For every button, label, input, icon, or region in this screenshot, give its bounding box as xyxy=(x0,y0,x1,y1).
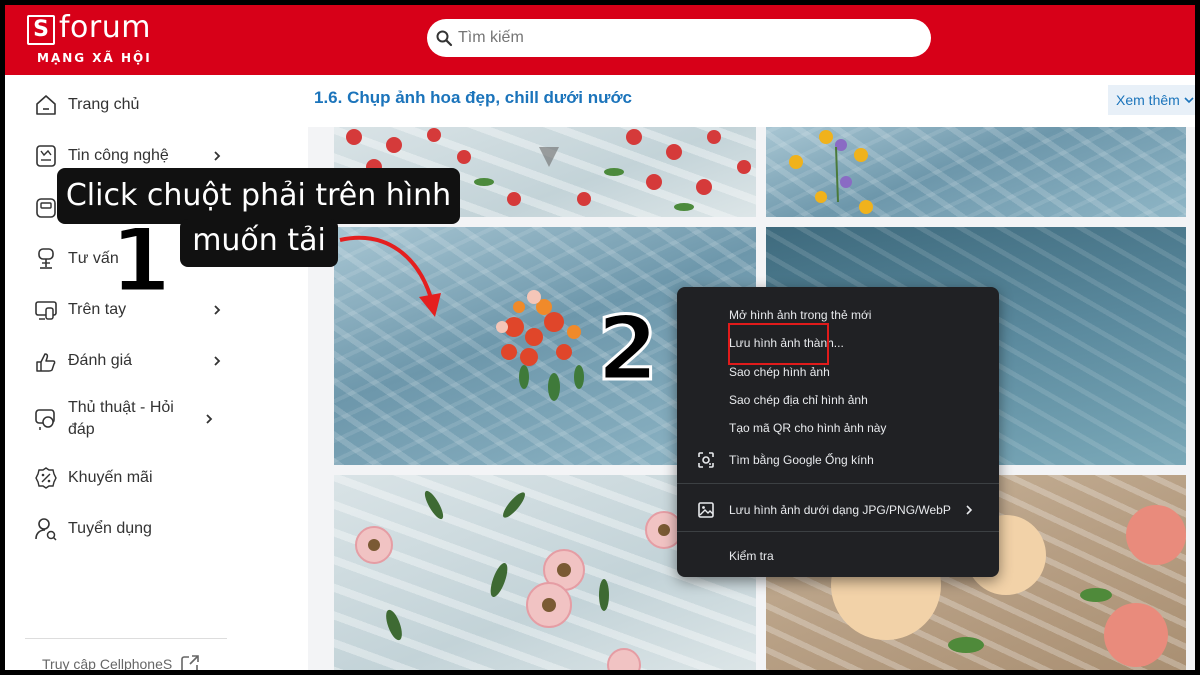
sidebar-item-label: Thủ thuật - Hỏi đáp xyxy=(68,399,174,438)
sidebar-item-label: Tin công nghệ xyxy=(68,147,169,164)
instruction-line-2: muốn tải xyxy=(192,223,326,258)
menu-item-save-image-as[interactable]: Lưu hình ảnh thành... xyxy=(677,329,999,357)
sidebar-item-reviews[interactable]: Đánh giá xyxy=(33,341,223,381)
menu-item-label: Sao chép hình ảnh xyxy=(729,365,830,379)
sidebar-item-label: Tuyển dụng xyxy=(68,520,152,537)
device-icon xyxy=(36,198,56,218)
image-save-icon xyxy=(698,502,714,518)
logo-mark: S xyxy=(27,15,55,45)
flower-photo-2[interactable] xyxy=(766,127,1186,217)
menu-item-label: Tạo mã QR cho hình ảnh này xyxy=(729,421,887,435)
chevron-right-icon[interactable] xyxy=(211,355,223,367)
promo-badge-icon xyxy=(35,467,57,489)
menu-item-inspect[interactable]: Kiểm tra xyxy=(677,542,999,570)
tips-icon xyxy=(35,409,55,430)
step-number-2: 2 xyxy=(595,297,659,400)
menu-item-open-in-new-tab[interactable]: Mở hình ảnh trong thẻ mới xyxy=(677,301,999,329)
highlight-box xyxy=(728,323,829,365)
sidebar-item-label: Khuyến mãi xyxy=(68,469,153,486)
search-icon[interactable] xyxy=(435,29,453,47)
see-more-label: Xem thêm xyxy=(1116,92,1180,108)
site-header: S forum MẠNG XÃ HỘI xyxy=(5,5,1195,75)
google-lens-icon xyxy=(698,452,714,468)
sidebar-divider xyxy=(25,638,227,639)
sforum-logo[interactable]: S forum MẠNG XÃ HỘI xyxy=(27,11,167,67)
chevron-right-icon[interactable] xyxy=(211,150,223,162)
chevron-right-icon[interactable] xyxy=(203,413,215,425)
instruction-tooltip: Click chuột phải trên hình xyxy=(57,168,460,224)
logo-letter: S xyxy=(33,17,49,42)
external-link-icon xyxy=(181,655,200,670)
menu-item-save-as-format[interactable]: Lưu hình ảnh dưới dạng JPG/PNG/WebP xyxy=(677,496,999,524)
sidebar-item-recruitment[interactable]: Tuyển dụng xyxy=(33,509,223,549)
chevron-down-icon xyxy=(1184,97,1194,104)
sidebar-item-home[interactable]: Trang chủ xyxy=(33,85,223,125)
instruction-tooltip-continued: muốn tải xyxy=(180,219,338,267)
sidebar-item-tips[interactable]: Thủ thuật - Hỏi đáp xyxy=(33,397,223,441)
sidebar-item-promotions[interactable]: Khuyến mãi xyxy=(33,458,223,498)
context-menu: Mở hình ảnh trong thẻ mới Lưu hình ảnh t… xyxy=(677,287,999,577)
logo-tagline: MẠNG XÃ HỘI xyxy=(37,51,152,65)
search-bar[interactable] xyxy=(427,19,931,57)
home-icon xyxy=(36,95,56,115)
hands-on-icon xyxy=(35,301,57,320)
logo-word: forum xyxy=(59,10,151,45)
submenu-chevron-icon xyxy=(966,505,973,515)
menu-item-label: Sao chép địa chỉ hình ảnh xyxy=(729,393,868,407)
menu-item-create-qr[interactable]: Tạo mã QR cho hình ảnh này xyxy=(677,414,999,442)
menu-item-label: Kiểm tra xyxy=(729,549,774,563)
cellphones-link-label: Truy cập CellphoneS xyxy=(42,656,173,670)
curved-arrow-icon xyxy=(339,235,441,317)
sidebar-item-label: Đánh giá xyxy=(68,352,133,369)
menu-separator xyxy=(677,483,999,484)
news-icon xyxy=(36,145,56,167)
menu-item-label: Lưu hình ảnh dưới dạng JPG/PNG/WebP xyxy=(729,503,951,517)
browser-viewport: S forum MẠNG XÃ HỘI Trang chủ Tin công n… xyxy=(5,5,1195,670)
menu-separator xyxy=(677,531,999,532)
section-title: 1.6. Chụp ảnh hoa đẹp, chill dưới nước xyxy=(314,88,632,107)
see-more-button[interactable]: Xem thêm xyxy=(1108,85,1195,115)
section-header: 1.6. Chụp ảnh hoa đẹp, chill dưới nước X… xyxy=(308,75,1195,127)
instruction-line-1: Click chuột phải trên hình xyxy=(65,178,452,213)
sidebar: Trang chủ Tin công nghệ Tư vấn Trên tay … xyxy=(5,75,308,670)
search-input[interactable] xyxy=(458,28,918,48)
menu-item-copy-image[interactable]: Sao chép hình ảnh xyxy=(677,358,999,386)
recruit-icon xyxy=(35,518,57,541)
menu-item-google-lens[interactable]: Tìm bằng Google Ống kính xyxy=(677,446,999,474)
advice-icon xyxy=(38,248,54,269)
step-number-1: 1 xyxy=(108,209,172,312)
thumbs-icon xyxy=(36,353,56,372)
menu-item-copy-image-address[interactable]: Sao chép địa chỉ hình ảnh xyxy=(677,386,999,414)
cellphones-link[interactable]: Truy cập CellphoneS xyxy=(42,653,222,670)
yellow-flowers xyxy=(789,130,873,214)
chevron-right-icon[interactable] xyxy=(211,304,223,316)
menu-item-label: Mở hình ảnh trong thẻ mới xyxy=(729,308,872,322)
menu-item-label: Tìm bằng Google Ống kính xyxy=(729,453,874,467)
sidebar-item-label: Trang chủ xyxy=(68,96,140,113)
